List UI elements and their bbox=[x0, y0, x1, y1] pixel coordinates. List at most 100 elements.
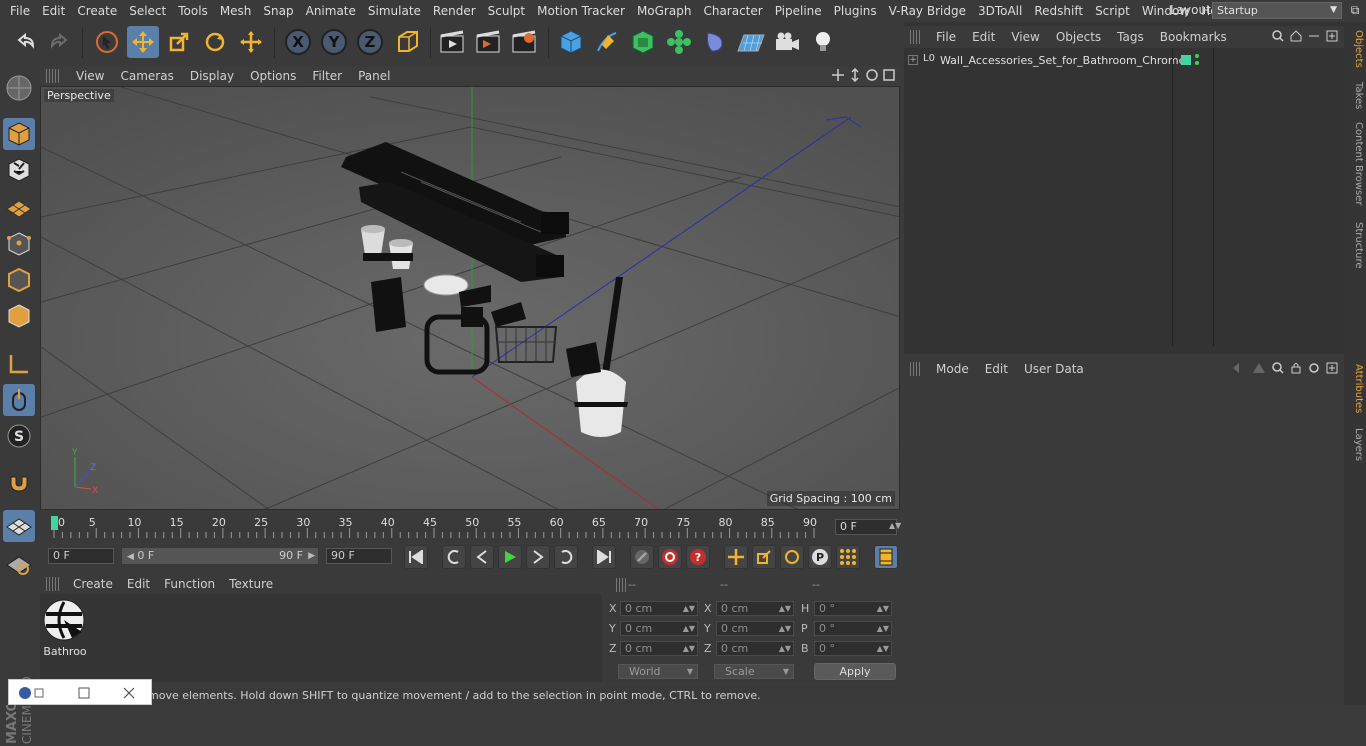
layout-dropdown[interactable]: Startup ▼ bbox=[1212, 2, 1342, 19]
back-arrow-icon[interactable] bbox=[1232, 362, 1246, 374]
menu-3dtoall[interactable]: 3DToAll bbox=[972, 4, 1028, 18]
rot-h-field[interactable]: 0 ° ▲▼ bbox=[814, 601, 892, 616]
live-selection-icon[interactable] bbox=[91, 26, 123, 58]
menu-edit[interactable]: Edit bbox=[36, 4, 71, 18]
grip-icon[interactable] bbox=[910, 362, 922, 376]
pos-z-field[interactable]: 0 cm ▲▼ bbox=[620, 641, 698, 656]
current-frame-field[interactable]: 0 F bbox=[835, 519, 897, 535]
next-key-icon[interactable] bbox=[554, 545, 578, 569]
size-mode-dropdown[interactable]: Scale ▼ bbox=[714, 664, 794, 679]
edges-mode-icon[interactable] bbox=[3, 264, 35, 296]
menu-select[interactable]: Select bbox=[123, 4, 172, 18]
z-axis-icon[interactable]: Z bbox=[354, 26, 386, 58]
visibility-tag-icon[interactable] bbox=[1181, 55, 1191, 65]
object-menu-file[interactable]: File bbox=[928, 30, 964, 44]
up-arrow-icon[interactable] bbox=[1252, 362, 1266, 374]
size-y-field[interactable]: 0 cm ▲▼ bbox=[716, 621, 794, 636]
render-settings-icon[interactable] bbox=[508, 26, 540, 58]
lock-icon[interactable] bbox=[1290, 362, 1302, 374]
key-pla-icon[interactable] bbox=[836, 545, 860, 569]
camera-icon[interactable] bbox=[771, 26, 803, 58]
frame-range-slider[interactable]: ◀ 0 F 90 F ▶ bbox=[122, 548, 318, 564]
object-menu-bookmarks[interactable]: Bookmarks bbox=[1152, 30, 1235, 44]
rot-b-field[interactable]: 0 ° ▲▼ bbox=[814, 641, 892, 656]
model-mode-icon[interactable] bbox=[3, 118, 35, 150]
rot-p-field[interactable]: 0 ° ▲▼ bbox=[814, 621, 892, 636]
menu-character[interactable]: Character bbox=[697, 4, 768, 18]
polygons-mode-icon[interactable] bbox=[3, 300, 35, 332]
subdivision-icon[interactable] bbox=[627, 26, 659, 58]
object-menu-tags[interactable]: Tags bbox=[1109, 30, 1152, 44]
menu-vray-bridge[interactable]: V-Ray Bridge bbox=[883, 4, 972, 18]
go-to-start-icon[interactable] bbox=[404, 545, 428, 569]
chevron-left-icon[interactable]: ◀ bbox=[127, 552, 134, 562]
dolly-view-icon[interactable] bbox=[848, 68, 862, 82]
tab-objects[interactable]: Objects bbox=[1346, 30, 1364, 68]
floor-icon[interactable] bbox=[735, 26, 767, 58]
apply-button[interactable]: Apply bbox=[814, 663, 896, 680]
viewport-menu-filter[interactable]: Filter bbox=[304, 69, 350, 83]
axis-mode-icon[interactable] bbox=[3, 348, 35, 380]
new-window-icon[interactable] bbox=[1326, 30, 1338, 42]
tab-content-browser[interactable]: Content Browser bbox=[1346, 122, 1364, 205]
search-icon[interactable] bbox=[1272, 362, 1284, 374]
object-menu-view[interactable]: View bbox=[1003, 30, 1047, 44]
material-menu-function[interactable]: Function bbox=[157, 577, 222, 591]
menu-mograph[interactable]: MoGraph bbox=[631, 4, 698, 18]
link-icon[interactable] bbox=[1308, 30, 1320, 42]
menu-pipeline[interactable]: Pipeline bbox=[769, 4, 828, 18]
deformer-icon[interactable] bbox=[699, 26, 731, 58]
material-menu-edit[interactable]: Edit bbox=[120, 577, 157, 591]
rotate-view-icon[interactable] bbox=[865, 68, 879, 82]
move-tool-icon[interactable] bbox=[235, 26, 267, 58]
object-row[interactable]: + L0 Wall_Accessories_Set_for_Bathroom_C… bbox=[904, 52, 1344, 70]
editor-visible-dot[interactable] bbox=[1195, 54, 1199, 58]
viewport-menu-options[interactable]: Options bbox=[242, 69, 304, 83]
window-restore-icon[interactable]: ⧉ bbox=[1346, 2, 1364, 18]
menu-script[interactable]: Script bbox=[1089, 4, 1136, 18]
cloner-icon[interactable] bbox=[663, 26, 695, 58]
key-parameter-icon[interactable]: P bbox=[808, 545, 832, 569]
timeline-window-icon[interactable] bbox=[874, 545, 898, 569]
enable-grid-snap-icon[interactable] bbox=[3, 510, 35, 542]
menu-snap[interactable]: Snap bbox=[257, 4, 299, 18]
chevron-right-icon[interactable]: ▶ bbox=[308, 549, 315, 563]
viewport-menu-display[interactable]: Display bbox=[182, 69, 242, 83]
snap-magnet-icon[interactable] bbox=[3, 466, 35, 498]
texture-mode-icon[interactable] bbox=[3, 154, 35, 186]
coordinate-system-icon[interactable] bbox=[392, 26, 424, 58]
keyframe-selection-icon[interactable]: ? bbox=[686, 545, 710, 569]
cube-icon[interactable] bbox=[555, 26, 587, 58]
scale-icon[interactable] bbox=[163, 26, 195, 58]
redo-icon[interactable] bbox=[44, 26, 76, 58]
menu-tools[interactable]: Tools bbox=[172, 4, 214, 18]
playhead-marker[interactable] bbox=[51, 516, 58, 530]
key-scale-icon[interactable] bbox=[752, 545, 776, 569]
light-icon[interactable] bbox=[807, 26, 839, 58]
grip-icon[interactable] bbox=[910, 30, 922, 44]
go-to-end-icon[interactable] bbox=[592, 545, 616, 569]
viewport-menu-panel[interactable]: Panel bbox=[350, 69, 398, 83]
menu-sculpt[interactable]: Sculpt bbox=[482, 4, 531, 18]
menu-file[interactable]: File bbox=[4, 4, 36, 18]
undo-icon[interactable] bbox=[9, 26, 41, 58]
render-view-icon[interactable] bbox=[436, 26, 468, 58]
y-axis-icon[interactable]: Y bbox=[318, 26, 350, 58]
menu-animate[interactable]: Animate bbox=[300, 4, 362, 18]
size-z-field[interactable]: 0 cm ▲▼ bbox=[716, 641, 794, 656]
tab-takes[interactable]: Takes bbox=[1346, 82, 1364, 109]
settings-icon[interactable] bbox=[1308, 362, 1320, 374]
record-keys-icon[interactable] bbox=[630, 545, 654, 569]
grip-icon[interactable] bbox=[46, 69, 60, 83]
search-icon[interactable] bbox=[1272, 30, 1284, 42]
timeline-ruler[interactable]: 0 5 10 15 20 25 30 35 40 45 50 55 60 65 70 75 80 85 90 0 F… bbox=[40, 512, 901, 542]
pen-icon[interactable] bbox=[591, 26, 623, 58]
tab-layers[interactable]: Layers bbox=[1346, 428, 1364, 461]
home-icon[interactable] bbox=[1290, 30, 1302, 42]
x-axis-icon[interactable]: X bbox=[282, 26, 314, 58]
play-icon[interactable] bbox=[498, 545, 522, 569]
pos-y-field[interactable]: 0 cm ▲▼ bbox=[620, 621, 698, 636]
menu-plugins[interactable]: Plugins bbox=[828, 4, 883, 18]
menu-render[interactable]: Render bbox=[427, 4, 482, 18]
material-menu-create[interactable]: Create bbox=[66, 577, 120, 591]
